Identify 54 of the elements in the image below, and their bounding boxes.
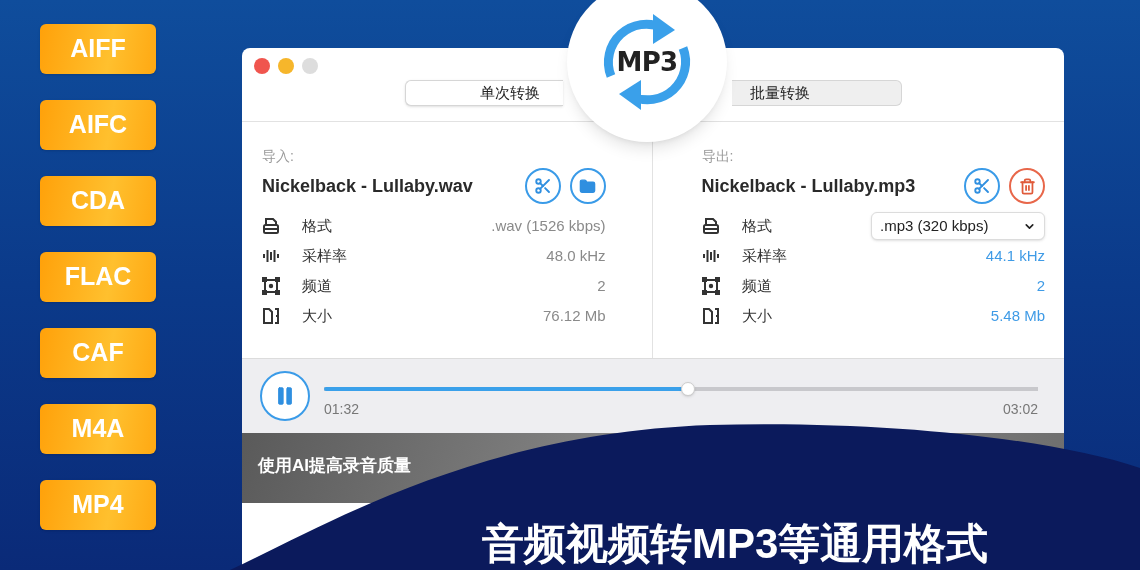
mode-tab[interactable]: 批量转换 [732,80,902,106]
file-name: Nickelback - Lullaby.mp3 [701,174,916,198]
cut-button[interactable] [524,168,561,204]
property-value: 5.48 Mb [990,305,1045,326]
logo-text: MP3 [616,45,678,79]
property-label: 频道 [741,275,772,296]
frame-icon [262,277,280,295]
property-value: 2 [1036,275,1045,296]
open-folder-button[interactable] [569,168,606,204]
format-badge: M4A [40,404,156,454]
property-value: 44.1 kHz [985,245,1045,266]
headline: 音频视频转MP3等通用格式 [482,520,989,568]
scissors-icon [533,177,552,195]
file-name: Nickelback - Lullaby.wav [262,174,473,198]
format-badge: MP4 [40,480,156,530]
sound-bars-icon [701,247,720,265]
banner-title: 使用AI提高录音质量 [258,455,411,477]
folder-icon [579,177,596,195]
pause-button[interactable] [260,371,310,421]
format-badge: CAF [40,328,156,378]
property-value: 76.12 Mb [542,305,606,326]
format-badge: FLAC [40,252,156,302]
property-label: 大小 [741,305,772,326]
property-value: 48.0 kHz [546,245,606,266]
file-icon [701,217,720,235]
delete-button[interactable] [1009,168,1045,204]
panel-label: 导入: [262,147,295,166]
cut-button[interactable] [964,168,1000,204]
elapsed-time: 01:32 [324,399,360,419]
trash-icon [1018,177,1036,195]
property-label: 频道 [302,275,332,296]
format-badge: AIFF [40,24,156,74]
file-icon [262,217,280,235]
format-badge: AIFC [40,100,156,150]
mode-tab[interactable]: 单次转换 [405,80,563,106]
progress-thumb[interactable] [681,381,696,396]
property-label: 格式 [741,215,772,236]
file-bracket-icon [262,307,280,325]
property-value: 2 [597,275,606,296]
property-label: 格式 [302,215,332,236]
property-value: .wav (1526 kbps) [491,215,606,236]
close-window-control[interactable] [254,58,270,74]
property-label: 采样率 [302,245,347,266]
property-label: 采样率 [741,245,787,266]
file-bracket-icon [701,307,720,325]
minimize-window-control[interactable] [278,58,294,74]
property-label: 大小 [302,305,332,326]
scissors-icon [973,177,991,195]
sound-bars-icon [262,247,280,265]
format-dropdown[interactable]: .mp3 (320 kbps) [871,212,1045,240]
frame-icon [701,277,720,295]
format-badge: CDA [40,176,156,226]
panel-label: 导出: [701,147,735,166]
total-time: 03:02 [1002,399,1038,419]
